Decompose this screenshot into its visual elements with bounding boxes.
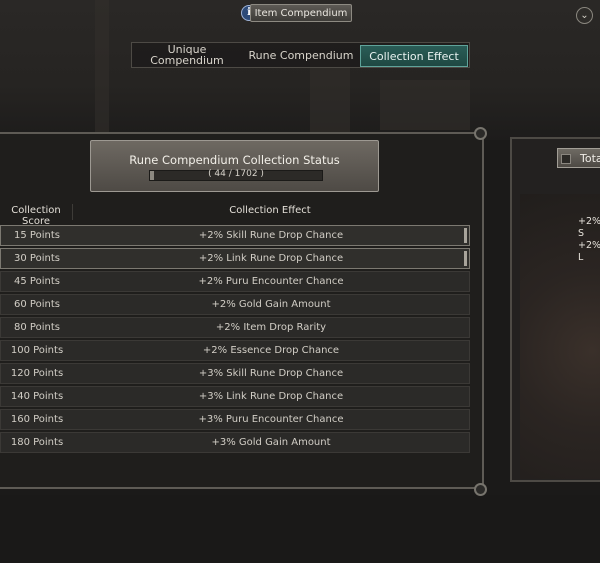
square-icon	[561, 154, 571, 164]
progress-text: ( 44 / 1702 )	[208, 169, 264, 179]
collection-status-card: Rune Compendium Collection Status ( 44 /…	[90, 140, 379, 192]
window-title-tab: Item Compendium	[250, 4, 352, 22]
row-points: 180 Points	[10, 437, 64, 448]
row-effect: +3% Puru Encounter Chance	[198, 414, 344, 425]
table-row[interactable]: 100 Points +2% Essence Drop Chance	[0, 340, 470, 361]
row-points: 15 Points	[14, 230, 60, 241]
table-row[interactable]: 15 Points +2% Skill Rune Drop Chance	[0, 225, 470, 246]
tab-label: Collection Effect	[369, 49, 459, 63]
table-row[interactable]: 45 Points +2% Puru Encounter Chance	[0, 271, 470, 292]
header-divider	[72, 204, 73, 220]
panel-corner-ornament	[474, 483, 487, 496]
background-shelf	[310, 60, 350, 132]
table-row[interactable]: 60 Points +2% Gold Gain Amount	[0, 294, 470, 315]
tab-collection-effect[interactable]: Collection Effect	[360, 45, 468, 67]
row-points: 60 Points	[14, 299, 60, 310]
collection-progress-bar: ( 44 / 1702 )	[149, 169, 323, 181]
total-effect-line: +2% L	[578, 240, 600, 263]
table-row[interactable]: 80 Points +2% Item Drop Rarity	[0, 317, 470, 338]
row-effect: +3% Gold Gain Amount	[211, 437, 331, 448]
table-row[interactable]: 140 Points +3% Link Rune Drop Chance	[0, 386, 470, 407]
effect-table: 15 Points +2% Skill Rune Drop Chance 30 …	[0, 225, 470, 455]
row-effect: +3% Skill Rune Drop Chance	[198, 368, 344, 379]
row-effect: +2% Link Rune Drop Chance	[198, 253, 344, 264]
column-header-score: Collection Score	[11, 205, 61, 227]
tab-label: Rune Compendium	[248, 48, 354, 62]
panel-corner-ornament	[474, 127, 487, 140]
background-shelf	[380, 80, 470, 130]
column-header-effect: Collection Effect	[229, 205, 311, 216]
total-effect-line: +2% S	[578, 216, 600, 239]
table-row[interactable]: 30 Points +2% Link Rune Drop Chance	[0, 248, 470, 269]
window-title: Item Compendium	[254, 7, 348, 19]
row-effect: +2% Essence Drop Chance	[202, 345, 340, 356]
row-points: 45 Points	[14, 276, 60, 287]
row-effect: +2% Item Drop Rarity	[215, 322, 327, 333]
table-row[interactable]: 160 Points +3% Puru Encounter Chance	[0, 409, 470, 430]
tab-unique-compendium[interactable]: Unique Compendium	[132, 43, 242, 67]
tab-label: Unique Compendium	[150, 43, 224, 67]
collection-status-title: Rune Compendium Collection Status	[129, 153, 340, 167]
row-effect: +2% Gold Gain Amount	[211, 299, 331, 310]
row-points: 30 Points	[14, 253, 60, 264]
table-row[interactable]: 120 Points +3% Skill Rune Drop Chance	[0, 363, 470, 384]
row-marker	[464, 251, 467, 266]
row-points: 140 Points	[10, 391, 64, 402]
row-points: 100 Points	[10, 345, 64, 356]
background-bottom	[0, 495, 600, 563]
row-points: 160 Points	[10, 414, 64, 425]
row-effect: +2% Skill Rune Drop Chance	[198, 230, 344, 241]
table-row[interactable]: 180 Points +3% Gold Gain Amount	[0, 432, 470, 453]
row-effect: +2% Puru Encounter Chance	[198, 276, 344, 287]
tab-rune-compendium[interactable]: Rune Compendium	[242, 43, 360, 67]
row-marker	[464, 228, 467, 243]
total-tab-label: Tota	[580, 152, 600, 165]
row-points: 80 Points	[14, 322, 60, 333]
chevron-down-icon[interactable]: ⌄	[576, 7, 593, 24]
tab-bar: Unique Compendium Rune Compendium Collect…	[131, 42, 470, 68]
total-effect-list: +2% S +2% L	[578, 216, 600, 264]
row-points: 120 Points	[10, 368, 64, 379]
background-shelf	[95, 0, 109, 132]
row-effect: +3% Link Rune Drop Chance	[198, 391, 344, 402]
